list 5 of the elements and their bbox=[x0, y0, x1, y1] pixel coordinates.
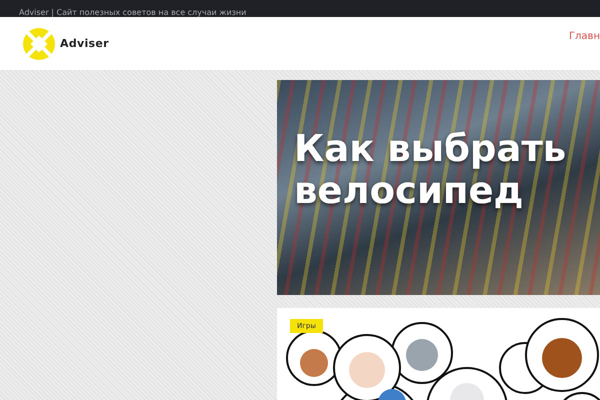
post-title[interactable]: Как выбрать велосипед bbox=[294, 128, 596, 212]
nav-link[interactable]: Главн bbox=[568, 31, 600, 42]
site-tagline: Adviser | Сайт полезных советов на все случаи жизни bbox=[19, 8, 246, 17]
logo-icon[interactable] bbox=[22, 26, 56, 60]
logo-text[interactable]: Adviser bbox=[60, 37, 109, 50]
